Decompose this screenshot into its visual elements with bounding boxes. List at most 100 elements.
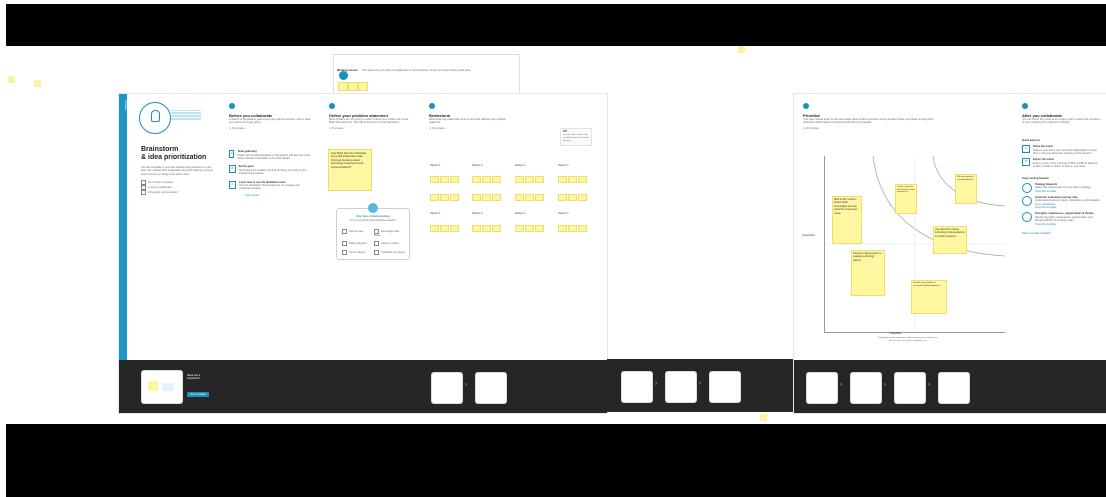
template-tab[interactable]: Template (119, 100, 127, 110)
step-number-badge (329, 103, 335, 109)
step-thumbnail[interactable] (665, 371, 697, 403)
sticky-note[interactable] (338, 82, 348, 91)
sticky-group (558, 219, 588, 237)
step-thumbnail[interactable] (938, 372, 970, 404)
open-article-link[interactable]: Open article (245, 194, 311, 197)
rule-item: If possible, be visual. (381, 251, 406, 255)
step-thumbnail[interactable] (894, 372, 926, 404)
inspiration-text: Need some inspiration? (187, 374, 201, 381)
item-text: Think about the problem you'll be focusi… (238, 168, 307, 176)
step-thumbnail[interactable] (475, 372, 507, 404)
person-label: Person 4 (558, 212, 569, 215)
checklist-item: 1 hour to collaborate (148, 186, 172, 190)
step-number-badge (1022, 103, 1028, 109)
stray-sticky-dot (760, 414, 767, 421)
sticky-group (430, 170, 460, 206)
checkbox-icon (141, 190, 146, 196)
step1-description: A little bit of preparation goes a long … (229, 118, 311, 125)
idea-sticky[interactable]: Provide case studies of successful imple… (911, 280, 947, 314)
prioritization-grid: Build an ML model to predict which techn… (824, 156, 1005, 333)
decorative-lines (171, 108, 201, 121)
key-rules-sub: To run a smooth and productive session (350, 219, 396, 222)
sticky-note[interactable] (358, 82, 368, 91)
arrow-icon: › (840, 382, 842, 388)
x-axis-label: Feasibility (890, 332, 902, 335)
arrow-icon: › (884, 382, 886, 388)
open-template-link[interactable]: Open the template (1035, 223, 1100, 226)
person-label: Person 3 (515, 212, 526, 215)
keep-moving-title: Keep moving forward (1022, 176, 1049, 180)
board-footer: › › (607, 359, 793, 412)
step3-description: Write down any ideas that come to mind t… (429, 118, 506, 125)
page-subtitle: & idea prioritization (141, 154, 207, 161)
tip-text: You can select a sticky note and hit the… (563, 134, 590, 142)
open-template-link[interactable]: Open the template (1035, 206, 1100, 209)
checklist-item: 2-8 people recommended (148, 191, 178, 195)
arrow-icon: › (699, 381, 701, 387)
sticky-group (558, 170, 588, 206)
sticky-note[interactable] (348, 82, 358, 91)
step-number-badge (803, 103, 809, 109)
key-rules-card: Key rules of brainstorming To run a smoo… (336, 203, 410, 260)
person-label: Person 1 (430, 164, 441, 167)
step2-time: 5 minutes (331, 126, 344, 130)
idea-sticky[interactable]: Develop a rating system to evaluate tech… (851, 250, 885, 296)
step-thumbnail[interactable] (850, 372, 882, 404)
step-thumbnail[interactable] (709, 371, 741, 403)
rules-icon (368, 203, 378, 213)
arrow-icon: › (928, 382, 930, 388)
strategy-text: Identify strengths, weaknesses, opportun… (1035, 215, 1093, 223)
sticky-text: How Might We help individuals and small … (331, 152, 367, 169)
step3-time: 10 minutes (431, 126, 445, 130)
sticky-group (472, 219, 502, 237)
step-thumbnail[interactable] (621, 371, 653, 403)
step-thumbnail[interactable] (431, 372, 463, 404)
item-label-b: B (229, 165, 236, 174)
idea-sticky[interactable]: Use data from existing technology implem… (933, 226, 967, 254)
person-label: Person 2 (472, 164, 483, 167)
page-title: Brainstorm (141, 146, 179, 153)
problem-statement-sticky[interactable]: How Might We help individuals and small … (328, 149, 372, 191)
board-left: Template Brainstorm & idea prioritizatio… (118, 93, 608, 414)
arrow-icon: › (655, 381, 657, 387)
step2-description: What problem are you trying to solve? Fr… (329, 118, 409, 125)
idea-sticky[interactable]: Offer personalized recommendations. (955, 174, 977, 204)
key-rules-title: Key rules of brainstorming (356, 215, 390, 218)
open-example-button[interactable]: Open example (187, 392, 209, 397)
working-session-tooltip: Working session This area is for your te… (333, 54, 520, 96)
item-label-c: C (229, 180, 237, 189)
step-number-badge (429, 103, 435, 109)
board-right: Prioritize Your team should all be on th… (793, 93, 1106, 414)
item-label-a: A (229, 150, 235, 159)
addon-text: Share a view link to the mural with stak… (1033, 148, 1098, 156)
sticky-group (472, 170, 502, 206)
sticky-group (430, 219, 460, 237)
quick-addons-title: Quick add-ons (1022, 138, 1041, 142)
step4-time: 20 minutes (805, 126, 819, 130)
step-thumbnail[interactable] (806, 372, 838, 404)
open-template-link[interactable]: Open the template (1035, 190, 1091, 193)
stray-sticky-dot (8, 76, 15, 83)
idea-sticky[interactable]: Build an ML model to predict which techn… (832, 196, 862, 244)
sticky-group (515, 219, 545, 237)
x-axis-note: Regardless of their importance, which ta… (878, 337, 938, 342)
avatar (339, 71, 348, 80)
rule-item: Listen to others. (381, 242, 400, 246)
letterbox-top (6, 4, 1106, 46)
idea-sticky[interactable]: Create a forum for businesses to share e… (895, 184, 917, 214)
item-text: Define who should participate in the ses… (237, 153, 311, 161)
strategy-icon (1022, 196, 1032, 207)
y-axis-label: Importance (802, 234, 815, 237)
addon-text: Export a copy of the mural as a PNG or P… (1033, 161, 1098, 169)
step1-time: 10 minutes (231, 126, 245, 130)
step4-description: Your team should all be on the same page… (803, 118, 934, 125)
stray-sticky-dot (738, 46, 745, 53)
board-mid-footer: › › (607, 359, 793, 412)
tooltip-text: This area is for your team to collaborat… (362, 69, 471, 72)
rule-item: Stay in topic. (349, 230, 364, 234)
sticky-group (515, 170, 545, 206)
example-thumbnail[interactable] (141, 370, 183, 404)
share-feedback-link[interactable]: Share template feedback (1022, 232, 1100, 235)
checklist-item: 10 minutes to prepare (148, 181, 174, 185)
item-text: Use the Facilitation Superpowers to run … (239, 184, 300, 191)
